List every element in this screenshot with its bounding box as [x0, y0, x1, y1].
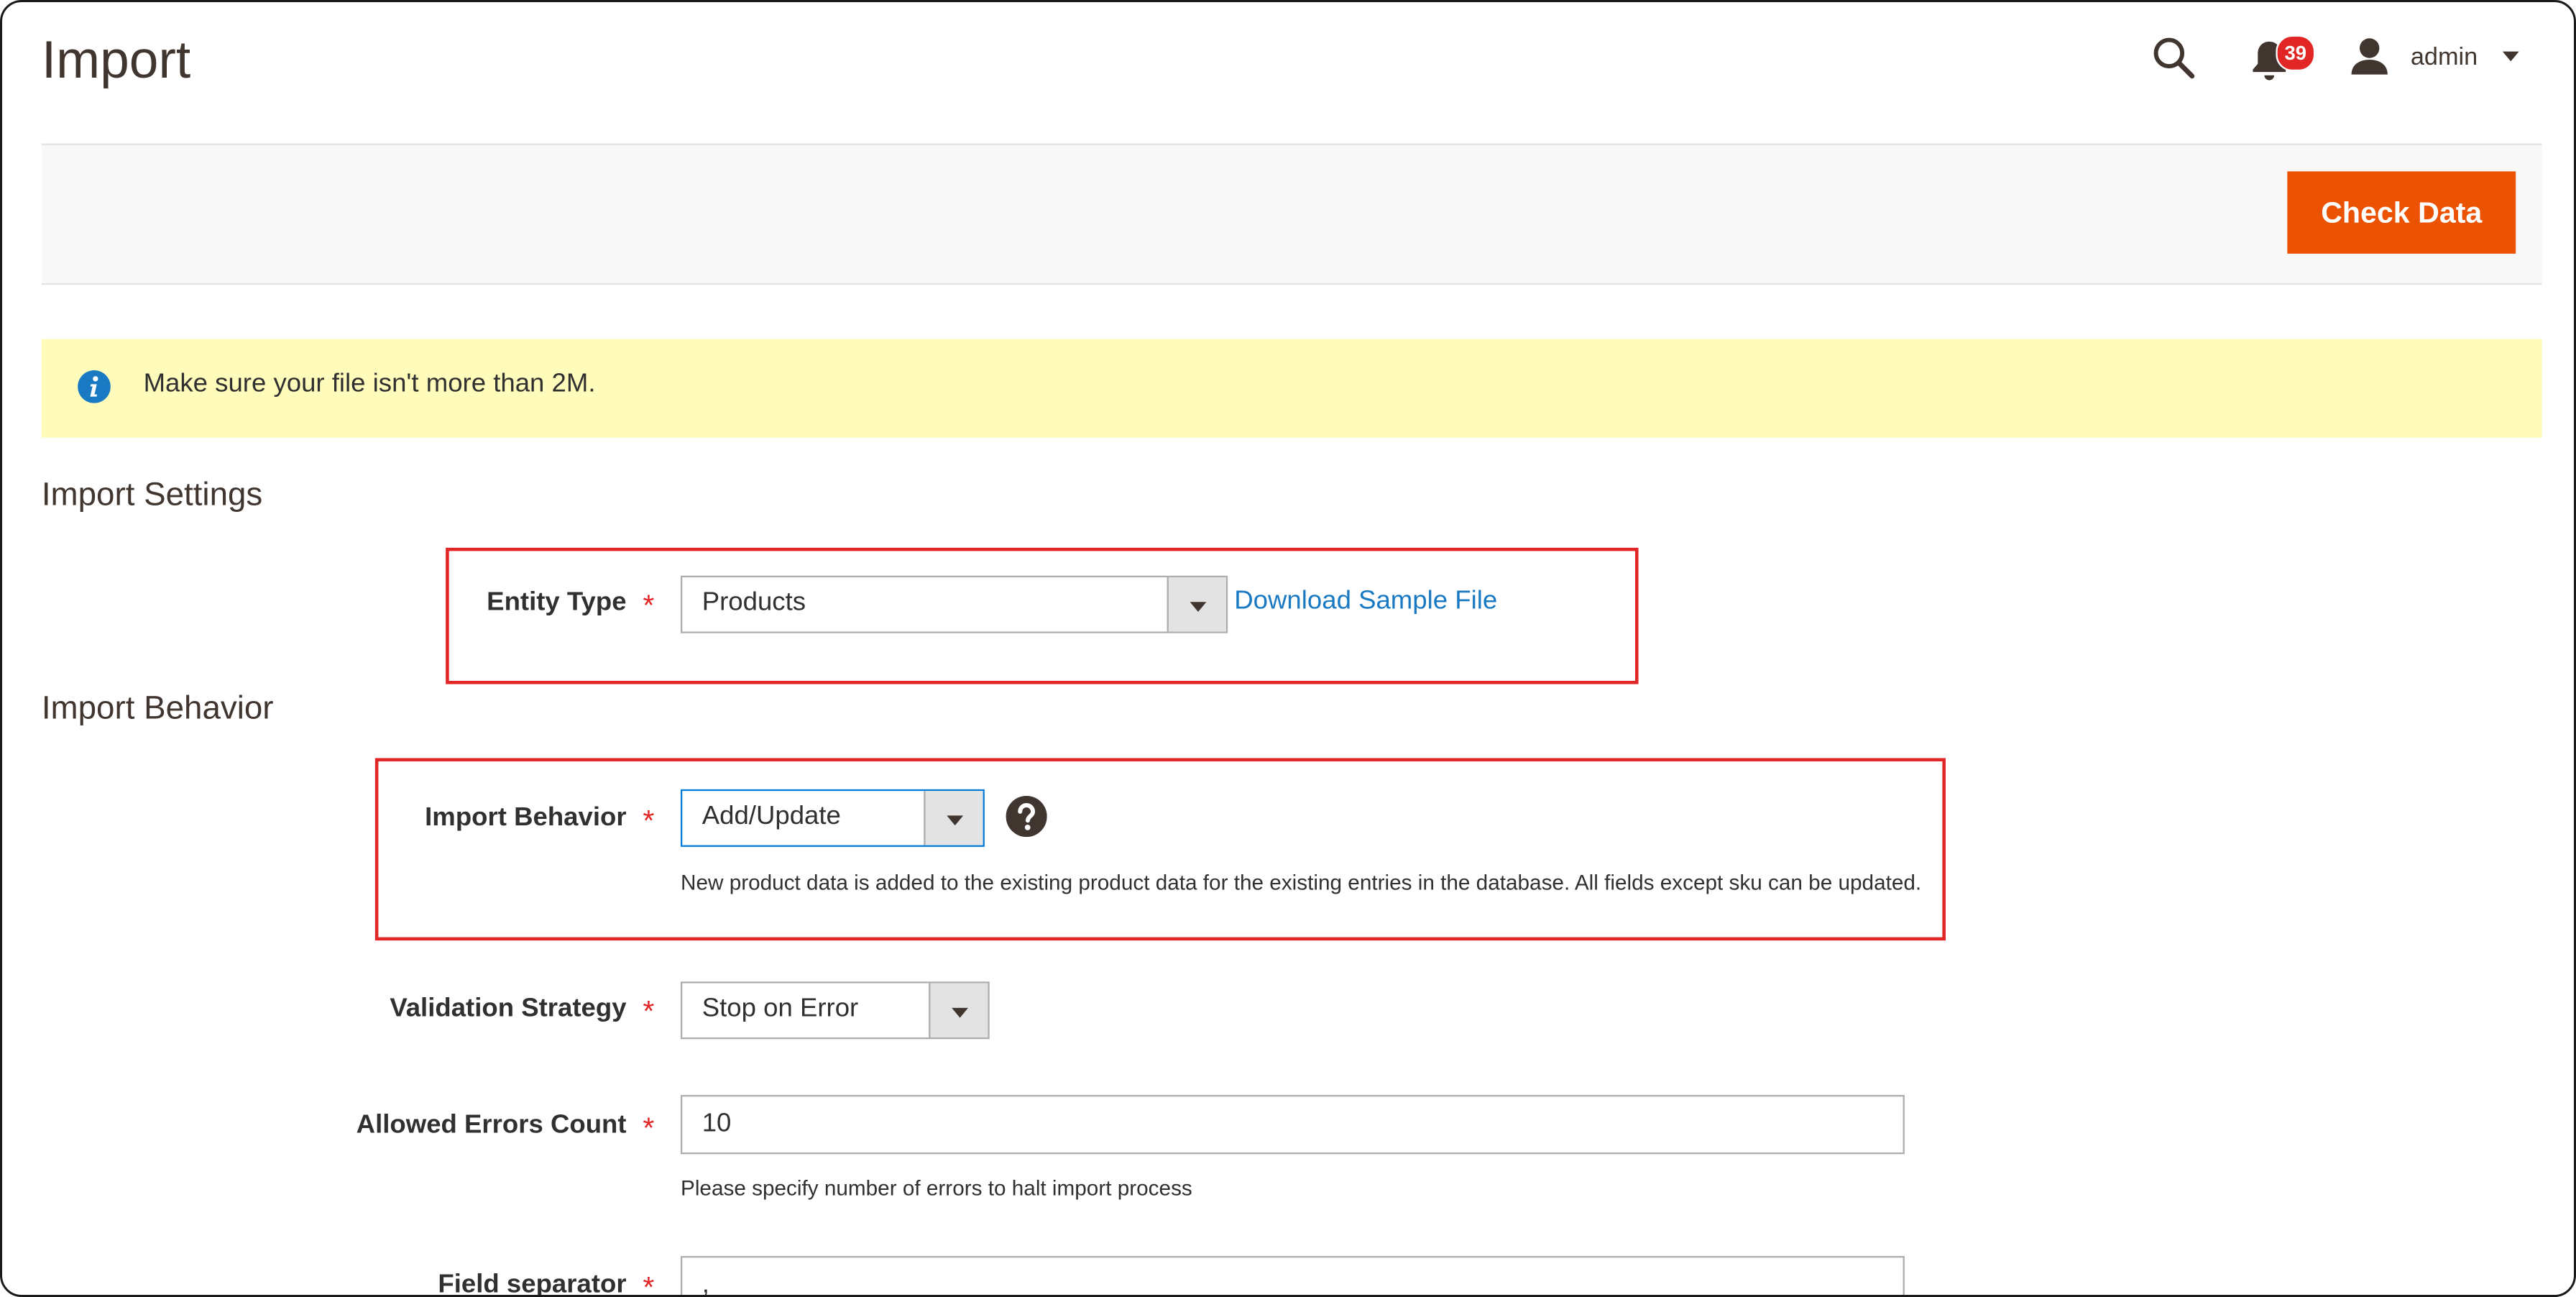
user-name: admin	[2410, 42, 2478, 70]
import-behavior-highlight	[374, 758, 1946, 941]
validation-strategy-value: Stop on Error	[702, 994, 859, 1023]
entity-type-label: Entity Type	[487, 588, 627, 617]
user-icon	[2351, 38, 2388, 75]
info-message-text: Make sure your file isn't more than 2M.	[143, 370, 596, 398]
notifications-badge: 39	[2276, 35, 2316, 71]
info-icon	[78, 370, 111, 403]
required-marker: *	[643, 804, 655, 838]
entity-type-value: Products	[702, 588, 806, 617]
search-icon[interactable]	[2151, 35, 2197, 81]
required-marker: *	[643, 588, 655, 622]
chevron-down-icon	[1167, 577, 1226, 632]
allowed-errors-input[interactable]	[680, 1094, 1905, 1155]
import-behavior-title: Import Behavior	[41, 690, 274, 727]
allowed-errors-note: Please specify number of errors to halt …	[680, 1175, 1192, 1201]
import-behavior-select[interactable]: Add/Update	[680, 789, 985, 847]
check-data-button[interactable]: Check Data	[2287, 171, 2516, 254]
chevron-down-icon	[924, 791, 983, 845]
allowed-errors-label: Allowed Errors Count	[356, 1111, 627, 1140]
page-actions-bar: Check Data	[41, 143, 2542, 285]
import-settings-title: Import Settings	[41, 477, 263, 513]
field-separator-input[interactable]	[680, 1255, 1905, 1295]
user-menu[interactable]: admin	[2348, 32, 2521, 81]
import-behavior-note: New product data is added to the existin…	[680, 869, 1922, 895]
chevron-down-icon	[929, 983, 988, 1037]
entity-type-select[interactable]: Products	[680, 575, 1228, 633]
help-icon[interactable]	[1006, 795, 1047, 845]
notifications-button[interactable]: 39	[2248, 33, 2316, 83]
validation-strategy-select[interactable]: Stop on Error	[680, 981, 990, 1040]
admin-page: Import 39 admin Check Data Make sure you…	[2, 2, 2574, 1297]
download-sample-file-link[interactable]: Download Sample File	[1234, 587, 1497, 617]
validation-strategy-label: Validation Strategy	[390, 994, 627, 1023]
required-marker: *	[643, 1111, 655, 1145]
page-title: Import	[41, 29, 191, 90]
import-behavior-label: Import Behavior	[425, 804, 627, 833]
screenshot-frame: Import 39 admin Check Data Make sure you…	[0, 0, 2576, 1297]
required-marker: *	[643, 994, 655, 1028]
caret-down-icon	[2502, 51, 2519, 62]
required-marker: *	[643, 1270, 655, 1297]
info-message: Make sure your file isn't more than 2M.	[41, 339, 2542, 438]
field-separator-label: Field separator	[438, 1270, 627, 1297]
import-behavior-value: Add/Update	[702, 802, 841, 830]
